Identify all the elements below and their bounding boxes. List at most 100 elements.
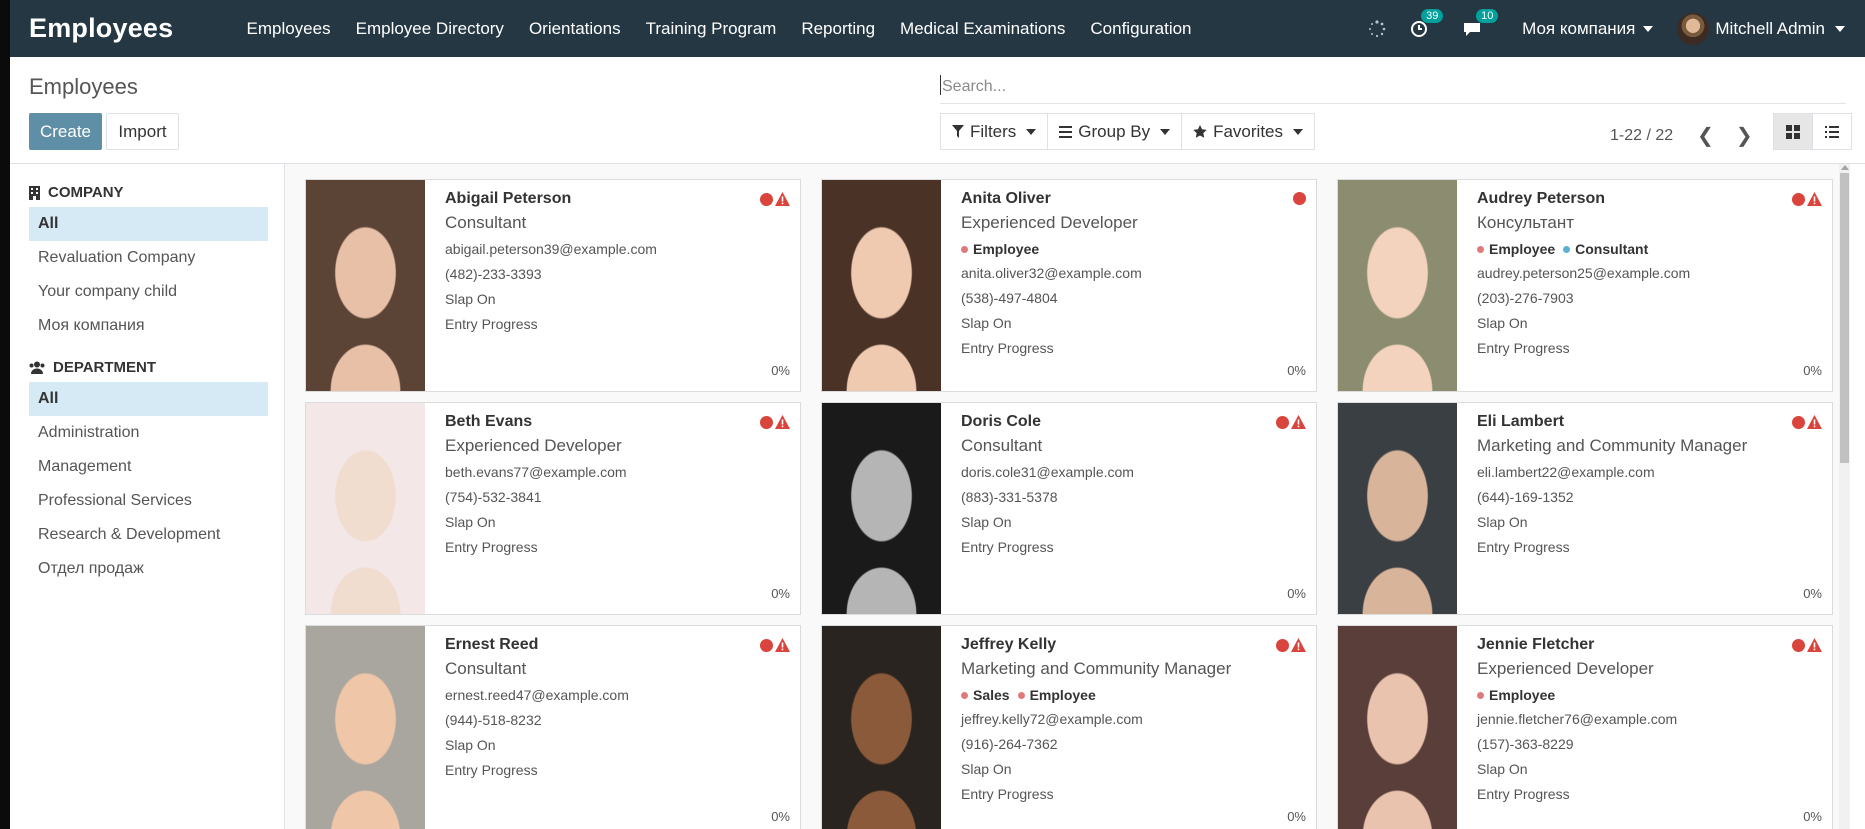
list-view-button[interactable]: [1812, 113, 1852, 150]
chevron-right-icon[interactable]: ❯: [1736, 123, 1753, 148]
employee-job-title: Experienced Developer: [1477, 659, 1654, 678]
tag-color-dot: [961, 691, 968, 699]
employee-card[interactable]: Anita Oliver Experienced Developer Employe…: [821, 179, 1317, 392]
employee-tag: Employee: [1017, 687, 1096, 703]
employee-field-entry-progress: Entry Progress: [961, 539, 1054, 555]
presence-status: [760, 192, 790, 206]
search-input[interactable]: [940, 71, 1846, 104]
employee-phone: (644)-169-1352: [1477, 489, 1574, 505]
department-filter-management[interactable]: Management: [29, 450, 268, 484]
employee-card[interactable]: Beth Evans Experienced Developer beth.evan…: [305, 402, 801, 615]
employee-job-title: Consultant: [961, 436, 1043, 455]
app-window: Employees Employees Employee Directory O…: [0, 0, 1865, 829]
employee-photo: [822, 626, 941, 829]
entry-progress-percent: 0%: [1287, 809, 1306, 824]
employee-email: abigail.peterson39@example.com: [445, 241, 657, 257]
entry-progress-percent: 0%: [1803, 809, 1822, 824]
employee-card[interactable]: Jennie Fletcher Experienced Developer Empl…: [1337, 625, 1833, 829]
department-filter-all[interactable]: All: [29, 382, 268, 416]
menu-configuration[interactable]: Configuration: [1078, 19, 1204, 39]
scrollbar-thumb[interactable]: [1840, 173, 1849, 463]
employee-details: Beth Evans Experienced Developer beth.evan…: [425, 403, 800, 614]
warning-triangle-icon: [775, 415, 790, 429]
view-switcher: [1773, 113, 1852, 150]
employee-field-slap-on: Slap On: [961, 315, 1012, 331]
warning-triangle-icon: [1291, 638, 1306, 652]
app-title[interactable]: Employees: [29, 13, 234, 44]
menu-employees[interactable]: Employees: [234, 19, 343, 39]
messages-chat-icon[interactable]: 10: [1462, 8, 1499, 38]
presence-dot-icon: [1276, 415, 1289, 429]
warning-triangle-icon: [1291, 415, 1306, 429]
menu-training-program[interactable]: Training Program: [633, 19, 789, 39]
employee-field-entry-progress: Entry Progress: [445, 762, 538, 778]
employee-email: audrey.peterson25@example.com: [1477, 265, 1691, 281]
employee-photo: [306, 180, 425, 391]
presence-status: [1276, 415, 1306, 429]
department-filter-sales[interactable]: Отдел продаж: [29, 552, 268, 586]
entry-progress-percent: 0%: [771, 363, 790, 378]
presence-dot-icon: [760, 415, 773, 429]
employee-card[interactable]: Doris Cole Consultant doris.cole31@example…: [821, 402, 1317, 615]
employee-card[interactable]: Ernest Reed Consultant ernest.reed47@examp…: [305, 625, 801, 829]
favorites-label: Favorites: [1213, 121, 1284, 141]
employee-details: Anita Oliver Experienced Developer Employe…: [941, 180, 1316, 391]
department-filter-research-development[interactable]: Research & Development: [29, 518, 268, 552]
tag-label: Employee: [1489, 241, 1556, 257]
user-menu[interactable]: Mitchell Admin: [1677, 12, 1845, 45]
warning-triangle-icon: [775, 192, 790, 206]
employee-card[interactable]: Audrey Peterson Консультант Employee Consul…: [1337, 179, 1833, 392]
employee-job-title: Consultant: [445, 659, 527, 678]
tag-color-dot: [1563, 245, 1571, 253]
activity-clock-icon[interactable]: 39: [1410, 8, 1444, 38]
menu-employee-directory[interactable]: Employee Directory: [343, 19, 516, 39]
text-cursor: [940, 75, 941, 95]
loading-spinner-icon: [1368, 19, 1386, 38]
company-filter-your-company-child[interactable]: Your company child: [29, 275, 268, 309]
company-filter-revaluation[interactable]: Revaluation Company: [29, 241, 268, 275]
employee-photo: [1338, 403, 1457, 614]
kanban-view-button[interactable]: [1773, 113, 1813, 150]
presence-status: [1792, 638, 1822, 652]
employee-card[interactable]: Eli Lambert Marketing and Community Manag…: [1337, 402, 1833, 615]
avatar: [1677, 12, 1710, 45]
company-filter-all[interactable]: All: [29, 207, 268, 241]
employee-field-slap-on: Slap On: [445, 737, 496, 753]
company-filter-moya-kompaniya[interactable]: Моя компания: [29, 309, 268, 343]
employee-card[interactable]: Abigail Peterson Consultant abigail.peters…: [305, 179, 801, 392]
menu-reporting[interactable]: Reporting: [789, 19, 888, 39]
filters-button[interactable]: Filters: [940, 113, 1049, 150]
employee-phone: (482)-233-3393: [445, 266, 542, 282]
employee-photo: [306, 403, 425, 614]
employee-email: ernest.reed47@example.com: [445, 687, 629, 703]
employee-field-slap-on: Slap On: [1477, 514, 1528, 530]
employee-card[interactable]: Jeffrey Kelly Marketing and Community Man…: [821, 625, 1317, 829]
menu-medical-examinations[interactable]: Medical Examinations: [888, 19, 1078, 39]
group-by-button[interactable]: Group By: [1047, 113, 1183, 150]
chevron-left-icon[interactable]: ❮: [1697, 123, 1714, 148]
employee-tag: Employee: [1477, 687, 1555, 703]
favorites-button[interactable]: Favorites: [1181, 113, 1316, 150]
entry-progress-percent: 0%: [1287, 363, 1306, 378]
employee-name: Jeffrey Kelly: [961, 636, 1057, 653]
pager-value[interactable]: 1-22 / 22: [1610, 127, 1673, 145]
employee-field-slap-on: Slap On: [1477, 761, 1528, 777]
menu-orientations[interactable]: Orientations: [516, 19, 633, 39]
presence-dot-icon: [1792, 415, 1805, 429]
department-filter-professional-services[interactable]: Professional Services: [29, 484, 268, 518]
users-icon: [29, 361, 45, 374]
search-options: Filters Group By Favorites: [940, 113, 1316, 150]
employee-card-grid: Abigail Peterson Consultant abigail.peters…: [305, 179, 1833, 829]
import-button[interactable]: Import: [106, 113, 179, 150]
company-switcher[interactable]: Моя компания: [1522, 19, 1654, 39]
employee-tag: Sales: [961, 687, 1010, 703]
building-icon: [29, 185, 40, 200]
entry-progress-percent: 0%: [1803, 586, 1822, 601]
tag-color-dot: [1477, 691, 1484, 699]
department-filter-administration[interactable]: Administration: [29, 416, 268, 450]
scroll-up-arrow-icon[interactable]: [1841, 165, 1849, 170]
presence-dot-icon: [1276, 638, 1289, 652]
employee-phone: (883)-331-5378: [961, 489, 1058, 505]
create-button[interactable]: Create: [29, 113, 102, 150]
scrollbar[interactable]: [1839, 164, 1850, 829]
